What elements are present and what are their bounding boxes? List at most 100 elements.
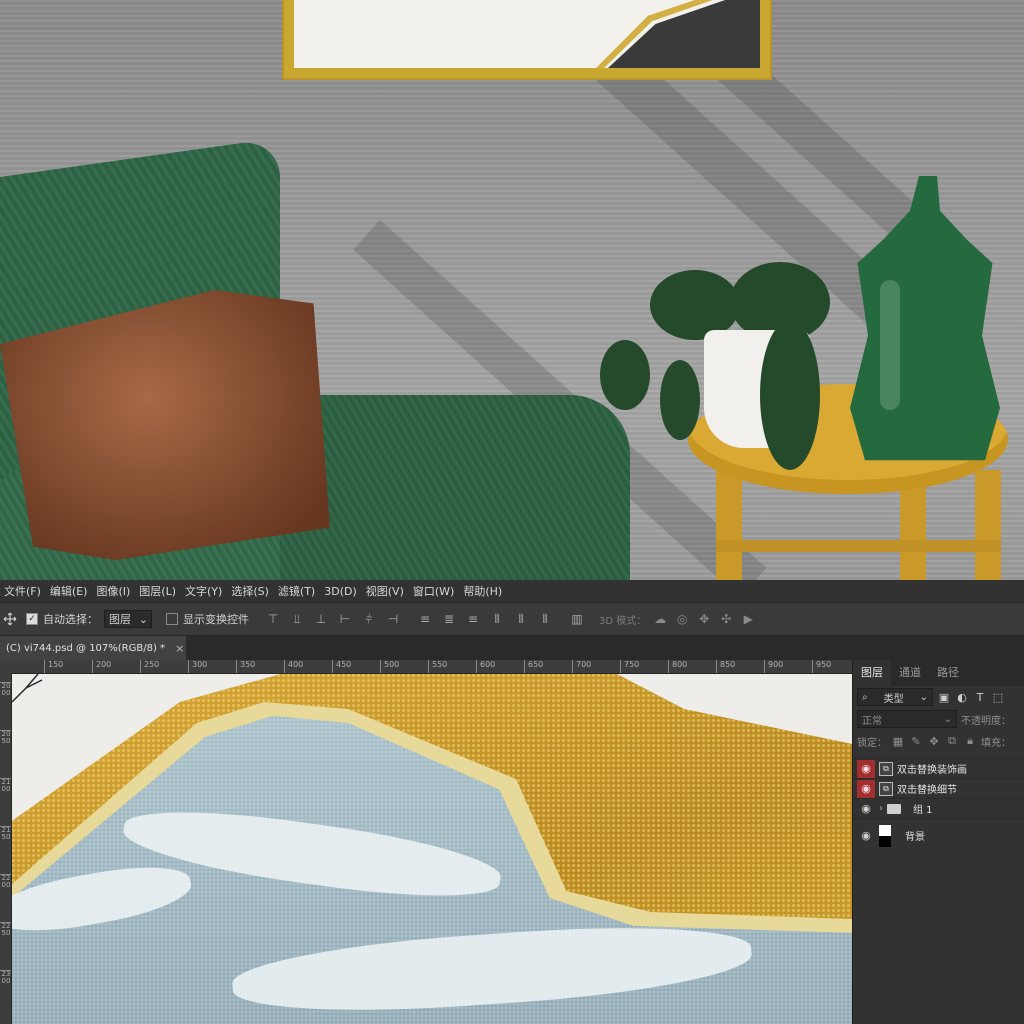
- document-tab[interactable]: (C) vi744.psd @ 107%(RGB/8) * ×: [0, 636, 186, 660]
- align-buttons: ⊤ ⫫ ⊥ ⊢ ⫩ ⊣: [265, 611, 401, 627]
- tab-layers[interactable]: 图层: [853, 660, 891, 686]
- menu-view[interactable]: 视图(V): [366, 583, 413, 599]
- tab-channels[interactable]: 通道: [891, 660, 929, 686]
- plant-foliage: [760, 320, 820, 470]
- lock-position-icon[interactable]: ✥: [927, 734, 941, 748]
- move-tool-icon[interactable]: [0, 609, 20, 629]
- menu-filter[interactable]: 滤镜(T): [278, 583, 324, 599]
- eye-icon[interactable]: ◉: [857, 800, 875, 818]
- smart-object-icon: ⧉: [879, 761, 893, 776]
- art-branch: [12, 674, 43, 703]
- distribute-vcenter-icon[interactable]: ≣: [441, 611, 457, 627]
- drag-3d-icon[interactable]: ✥: [696, 611, 712, 627]
- distribute-hcenter-icon[interactable]: ⦀: [513, 611, 529, 627]
- fill-label: 填充：: [981, 737, 1011, 749]
- align-hcenter-icon[interactable]: ⫩: [361, 611, 377, 627]
- eye-icon[interactable]: ◉: [857, 779, 875, 798]
- menu-3d[interactable]: 3D(D): [324, 585, 366, 598]
- distribute-right-icon[interactable]: ⦀: [537, 611, 553, 627]
- lock-image-icon[interactable]: ✎: [909, 734, 923, 748]
- 3d-mode-label: 3D 模式：: [599, 615, 647, 627]
- ruler-tick-label: 850: [716, 660, 735, 673]
- menu-help[interactable]: 帮助(H): [463, 583, 511, 599]
- lock-label: 锁定：: [857, 737, 887, 749]
- layer-filter-row: ⌕ 类型 ⌄ ▣ ◐ T ⬚: [853, 686, 1024, 708]
- distribute-bottom-icon[interactable]: ≡: [465, 611, 481, 627]
- align-top-icon[interactable]: ⊤: [265, 611, 281, 627]
- slide-3d-icon[interactable]: ✣: [718, 611, 734, 627]
- armchair-arm: [280, 395, 630, 580]
- eye-icon[interactable]: ◉: [857, 759, 875, 778]
- scale-3d-icon[interactable]: ▶: [740, 611, 756, 627]
- tab-paths[interactable]: 路径: [929, 660, 967, 686]
- options-bar: ✓ 自动选择： 图层 ⌄ 显示变换控件 ⊤ ⫫ ⊥ ⊢ ⫩ ⊣ ≡ ≣ ≡ ⦀ …: [0, 602, 1024, 636]
- auto-select-label: 自动选择：: [43, 613, 98, 626]
- background-thumbnail: [879, 824, 891, 847]
- orbit-3d-icon[interactable]: ☁: [652, 611, 668, 627]
- ruler-tick-label: 750: [620, 660, 639, 673]
- menu-select[interactable]: 选择(S): [231, 583, 278, 599]
- filter-adjustment-icon[interactable]: ◐: [955, 690, 969, 704]
- ruler-tick-label: 650: [524, 660, 543, 673]
- align-right-icon[interactable]: ⊣: [385, 611, 401, 627]
- layers-panel: 图层 通道 路径 ⌕ 类型 ⌄ ▣ ◐ T ⬚ 正常 ⌄ 不透明度： 锁定： ▦…: [852, 660, 1024, 1024]
- ruler-tick-label: 150: [44, 660, 63, 673]
- blend-mode-dropdown[interactable]: 正常 ⌄: [857, 710, 957, 728]
- document-tab-bar: (C) vi744.psd @ 107%(RGB/8) * ×: [0, 636, 1024, 660]
- lock-row: 锁定： ▦ ✎ ✥ ⧉ 🔒︎ 填充：: [853, 730, 1024, 752]
- side-table-leg: [900, 480, 926, 580]
- ruler-tick-label: 2150: [0, 826, 11, 841]
- plant-foliage: [600, 340, 650, 410]
- auto-select-target-dropdown[interactable]: 图层 ⌄: [104, 610, 152, 628]
- chevron-down-icon: ⌄: [919, 691, 928, 703]
- layer-filter-value: 类型: [883, 693, 904, 705]
- ruler-tick-label: 2000: [0, 682, 11, 697]
- menu-image[interactable]: 图像(I): [96, 583, 139, 599]
- layer-name: 组 1: [913, 805, 933, 816]
- filter-shape-icon[interactable]: ⬚: [991, 690, 1005, 704]
- blend-mode-value: 正常: [862, 715, 882, 727]
- lock-artboard-icon[interactable]: ⧉: [945, 734, 959, 748]
- layer-row[interactable]: ◉ ⧉ 双击替换细节: [853, 778, 1024, 798]
- distribute-left-icon[interactable]: ⦀: [489, 611, 505, 627]
- ruler-tick-label: 250: [140, 660, 159, 673]
- chevron-right-icon[interactable]: ›: [879, 803, 883, 814]
- layer-row[interactable]: ◉ 背景: [853, 818, 1024, 852]
- show-transform-label: 显示变换控件: [183, 613, 249, 626]
- plant-foliage: [660, 360, 700, 440]
- roll-3d-icon[interactable]: ◎: [674, 611, 690, 627]
- align-left-icon[interactable]: ⊢: [337, 611, 353, 627]
- wall-picture-frame: [282, 0, 772, 80]
- auto-align-icon[interactable]: ▥: [569, 611, 585, 627]
- layer-filter-dropdown[interactable]: ⌕ 类型 ⌄: [857, 688, 933, 706]
- menu-layer[interactable]: 图层(L): [139, 583, 185, 599]
- menu-file[interactable]: 文件(F): [4, 583, 50, 599]
- align-vcenter-icon[interactable]: ⫫: [289, 611, 305, 627]
- eye-icon[interactable]: ◉: [857, 827, 875, 845]
- layer-row[interactable]: ◉ › 组 1: [853, 798, 1024, 818]
- lock-transparent-icon[interactable]: ▦: [891, 734, 905, 748]
- ruler-tick-label: 2050: [0, 730, 11, 745]
- menu-bar: 文件(F) 编辑(E) 图像(I) 图层(L) 文字(Y) 选择(S) 滤镜(T…: [0, 580, 1024, 602]
- folder-icon: [887, 803, 901, 814]
- document-canvas[interactable]: [12, 674, 852, 1024]
- frame-artwork: [294, 0, 760, 68]
- filter-type-icon[interactable]: T: [973, 690, 987, 704]
- layer-name: 双击替换细节: [897, 785, 957, 796]
- align-bottom-icon[interactable]: ⊥: [313, 611, 329, 627]
- layer-row[interactable]: ◉ ⧉ 双击替换装饰画: [853, 758, 1024, 778]
- show-transform-checkbox[interactable]: [166, 613, 178, 625]
- menu-type[interactable]: 文字(Y): [185, 583, 231, 599]
- filter-pixel-icon[interactable]: ▣: [937, 690, 951, 704]
- close-icon[interactable]: ×: [175, 642, 184, 655]
- layer-name: 双击替换装饰画: [897, 765, 967, 776]
- chevron-down-icon: ⌄: [138, 612, 148, 626]
- distribute-buttons: ≡ ≣ ≡ ⦀ ⦀ ⦀: [417, 611, 553, 627]
- vase-highlight: [880, 280, 900, 410]
- menu-window[interactable]: 窗口(W): [413, 583, 463, 599]
- menu-edit[interactable]: 编辑(E): [50, 583, 97, 599]
- lock-all-icon[interactable]: 🔒︎: [963, 734, 977, 748]
- auto-select-checkbox[interactable]: ✓: [26, 613, 38, 625]
- ruler-tick-label: 2100: [0, 778, 11, 793]
- distribute-top-icon[interactable]: ≡: [417, 611, 433, 627]
